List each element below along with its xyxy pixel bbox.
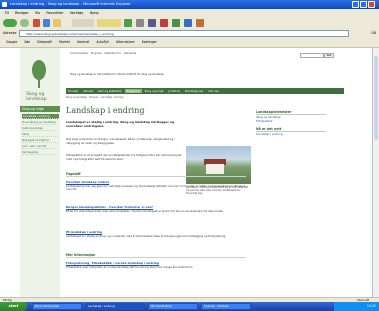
toolbar-autofill[interactable]: AutoFyll xyxy=(96,40,109,44)
topnav-forside[interactable]: Forside xyxy=(66,89,80,93)
body-paragraph-1: Det skjer hele tiden endringer i landska… xyxy=(66,137,175,145)
right-column: Landskapstjenester Skog og landskap Tilb… xyxy=(256,106,326,136)
site-search-input[interactable] xyxy=(300,53,324,58)
menu-edit[interactable]: Rediger xyxy=(15,11,29,15)
messenger-icon[interactable] xyxy=(184,19,192,27)
clock[interactable]: 13:42 xyxy=(367,304,376,308)
address-bar: Adresse http://www.skogoglandskap.no/tem… xyxy=(0,29,379,38)
taskbar: start Mine dokumenter Landskap i endring… xyxy=(0,302,379,311)
topnav-aktuelt[interactable]: Aktuelt xyxy=(81,89,95,93)
topnav-skog-miljo[interactable]: Skog og miljø xyxy=(143,89,166,93)
minimize-button[interactable] xyxy=(352,1,359,8)
info-desc: Tilbakeblikk viser fotografier av norske… xyxy=(66,266,194,269)
toolbar-links[interactable]: Koblinger xyxy=(142,40,157,44)
toolbar-highlight[interactable]: Markér xyxy=(59,40,70,44)
back-icon[interactable] xyxy=(3,19,17,27)
menubar: Fil Rediger Vis Favoritter Verktøy Hjelp xyxy=(0,9,379,17)
scroll-thumb[interactable] xyxy=(374,56,378,140)
body-paragraph-2: Tilbakeblikk er et prosjekt der landskap… xyxy=(66,153,182,161)
right-link-3[interactable]: Landskap i endring xyxy=(256,132,326,136)
left-nav-item-skog[interactable]: Skog xyxy=(22,132,58,137)
topnav-jordbruk[interactable]: Jordbruk xyxy=(166,89,182,93)
topnav-skogbruk[interactable]: Skogbruk xyxy=(124,89,142,93)
left-nav-item-mangfold[interactable]: Biologisk mangfold xyxy=(22,138,58,143)
left-nav-item-overvaking[interactable]: Overvåking av landskap xyxy=(22,120,58,125)
google-toolbar: Google Søk Sideprofil Markér Kontroll Au… xyxy=(0,38,379,48)
ie-icon xyxy=(2,2,7,7)
discuss-icon[interactable] xyxy=(172,19,180,27)
topnav-om-oss[interactable]: Om oss xyxy=(206,89,220,93)
site-tagline: Skog og landskap er ett nettsted for Nor… xyxy=(70,73,164,76)
toolbar-options[interactable]: Alternativer xyxy=(116,40,135,44)
article-1-desc: Landskapet endrer seg gjennom naturlige … xyxy=(66,185,246,192)
window-title: Landskap i endring - Skog og landskap - … xyxy=(10,2,131,6)
history-icon[interactable] xyxy=(124,19,132,27)
task-item-4[interactable]: Innboks - Outlook xyxy=(201,303,251,310)
task-item-1[interactable]: Mine dokumenter xyxy=(32,303,82,310)
left-nav-heading[interactable]: Skog og miljø xyxy=(20,106,60,112)
info-link[interactable]: Fotografering, Tilbakeblikk - norske lan… xyxy=(66,261,246,265)
topnav-publikasjoner[interactable]: Publikasjoner xyxy=(183,89,206,93)
close-button[interactable] xyxy=(368,1,375,8)
toolbar-google[interactable]: Google xyxy=(6,40,17,44)
menu-file[interactable]: Fil xyxy=(5,11,9,15)
article-3-link[interactable]: Et landskap i endring xyxy=(66,230,246,234)
go-button[interactable]: Gå xyxy=(371,30,376,37)
left-nav-item-landskap[interactable]: Landskap i endring xyxy=(22,114,59,119)
research-icon[interactable] xyxy=(196,19,204,27)
menu-help[interactable]: Hjelp xyxy=(90,11,99,15)
page-title: Landskap i endring xyxy=(66,106,145,115)
article-2-desc: Bilder fra ulike tidsperioder viser stor… xyxy=(66,210,224,213)
task-item-2[interactable]: Landskap i endring xyxy=(85,303,145,310)
browser-viewport: Skog og landskap Skog og miljø Landskap … xyxy=(0,48,372,297)
stop-icon[interactable] xyxy=(33,19,40,27)
toolbar-pagerank[interactable]: Sideprofil xyxy=(37,40,52,44)
lead-text: Landskapet er stadig i endring. Skog og … xyxy=(66,120,175,128)
task-item-3[interactable]: Microsoft Word xyxy=(148,303,198,310)
left-nav-item-jord[interactable]: Jord, vann og luft xyxy=(22,144,58,149)
site-search-button[interactable]: Søk xyxy=(324,53,334,58)
left-nav-item-kulturlandskap[interactable]: Kulturlandskap xyxy=(22,126,58,131)
left-nav-item-kartlegging[interactable]: Kartlegging xyxy=(22,150,58,155)
breadcrumb[interactable]: Skog og landskap › Temaer › Landskap i e… xyxy=(66,96,124,99)
address-label: Adresse xyxy=(3,31,17,35)
menu-tools[interactable]: Verktøy xyxy=(70,11,84,15)
article-2-link[interactable]: Norges landskapsbilder - hvordan forandr… xyxy=(66,205,246,209)
edit-icon[interactable] xyxy=(160,19,168,27)
right-link-2[interactable]: Tilbakeblikk xyxy=(256,119,326,123)
menu-view[interactable]: Vis xyxy=(35,11,40,15)
start-button[interactable]: start xyxy=(0,302,27,311)
print-icon[interactable] xyxy=(148,19,156,27)
toolbar-check[interactable]: Kontroll xyxy=(77,40,89,44)
top-navigation: Forside Aktuelt Kart og statistikk Skogb… xyxy=(66,88,344,94)
article-3-desc: Landskapet er i stadig endring, og vi ar… xyxy=(66,235,227,238)
search-button[interactable] xyxy=(72,19,94,27)
home-icon[interactable] xyxy=(53,19,61,27)
window-titlebar[interactable]: Landskap i endring - Skog og landskap - … xyxy=(0,0,379,9)
topnav-kart[interactable]: Kart og statistikk xyxy=(96,89,124,93)
menu-favorites[interactable]: Favoritter xyxy=(46,11,63,15)
vertical-scrollbar[interactable] xyxy=(372,48,379,297)
system-tray: 13:42 xyxy=(334,302,379,311)
tree-logo-icon xyxy=(32,60,46,88)
logo-text[interactable]: Skog og landskap xyxy=(26,92,56,102)
favorites-button[interactable] xyxy=(97,19,121,27)
landscape-photo xyxy=(186,146,251,184)
mail-icon[interactable] xyxy=(136,19,144,27)
forward-icon[interactable] xyxy=(20,19,29,27)
top-links[interactable]: Arbeidssøker · Engelsk · Nettsted for · … xyxy=(70,51,136,55)
refresh-icon[interactable] xyxy=(43,19,50,27)
left-column: Skog og landskap Skog og miljø Landskap … xyxy=(20,48,60,297)
maximize-button[interactable] xyxy=(360,1,367,8)
toolbar-search[interactable]: Søk xyxy=(24,40,30,44)
address-input[interactable]: http://www.skogoglandskap.no/temaer/land… xyxy=(19,30,349,37)
section-fagstoff: Fagstoff xyxy=(66,172,246,177)
article-1-link[interactable]: Hvordan landskap endres xyxy=(66,180,246,184)
section-mer-info: Mer informasjon xyxy=(66,253,246,258)
